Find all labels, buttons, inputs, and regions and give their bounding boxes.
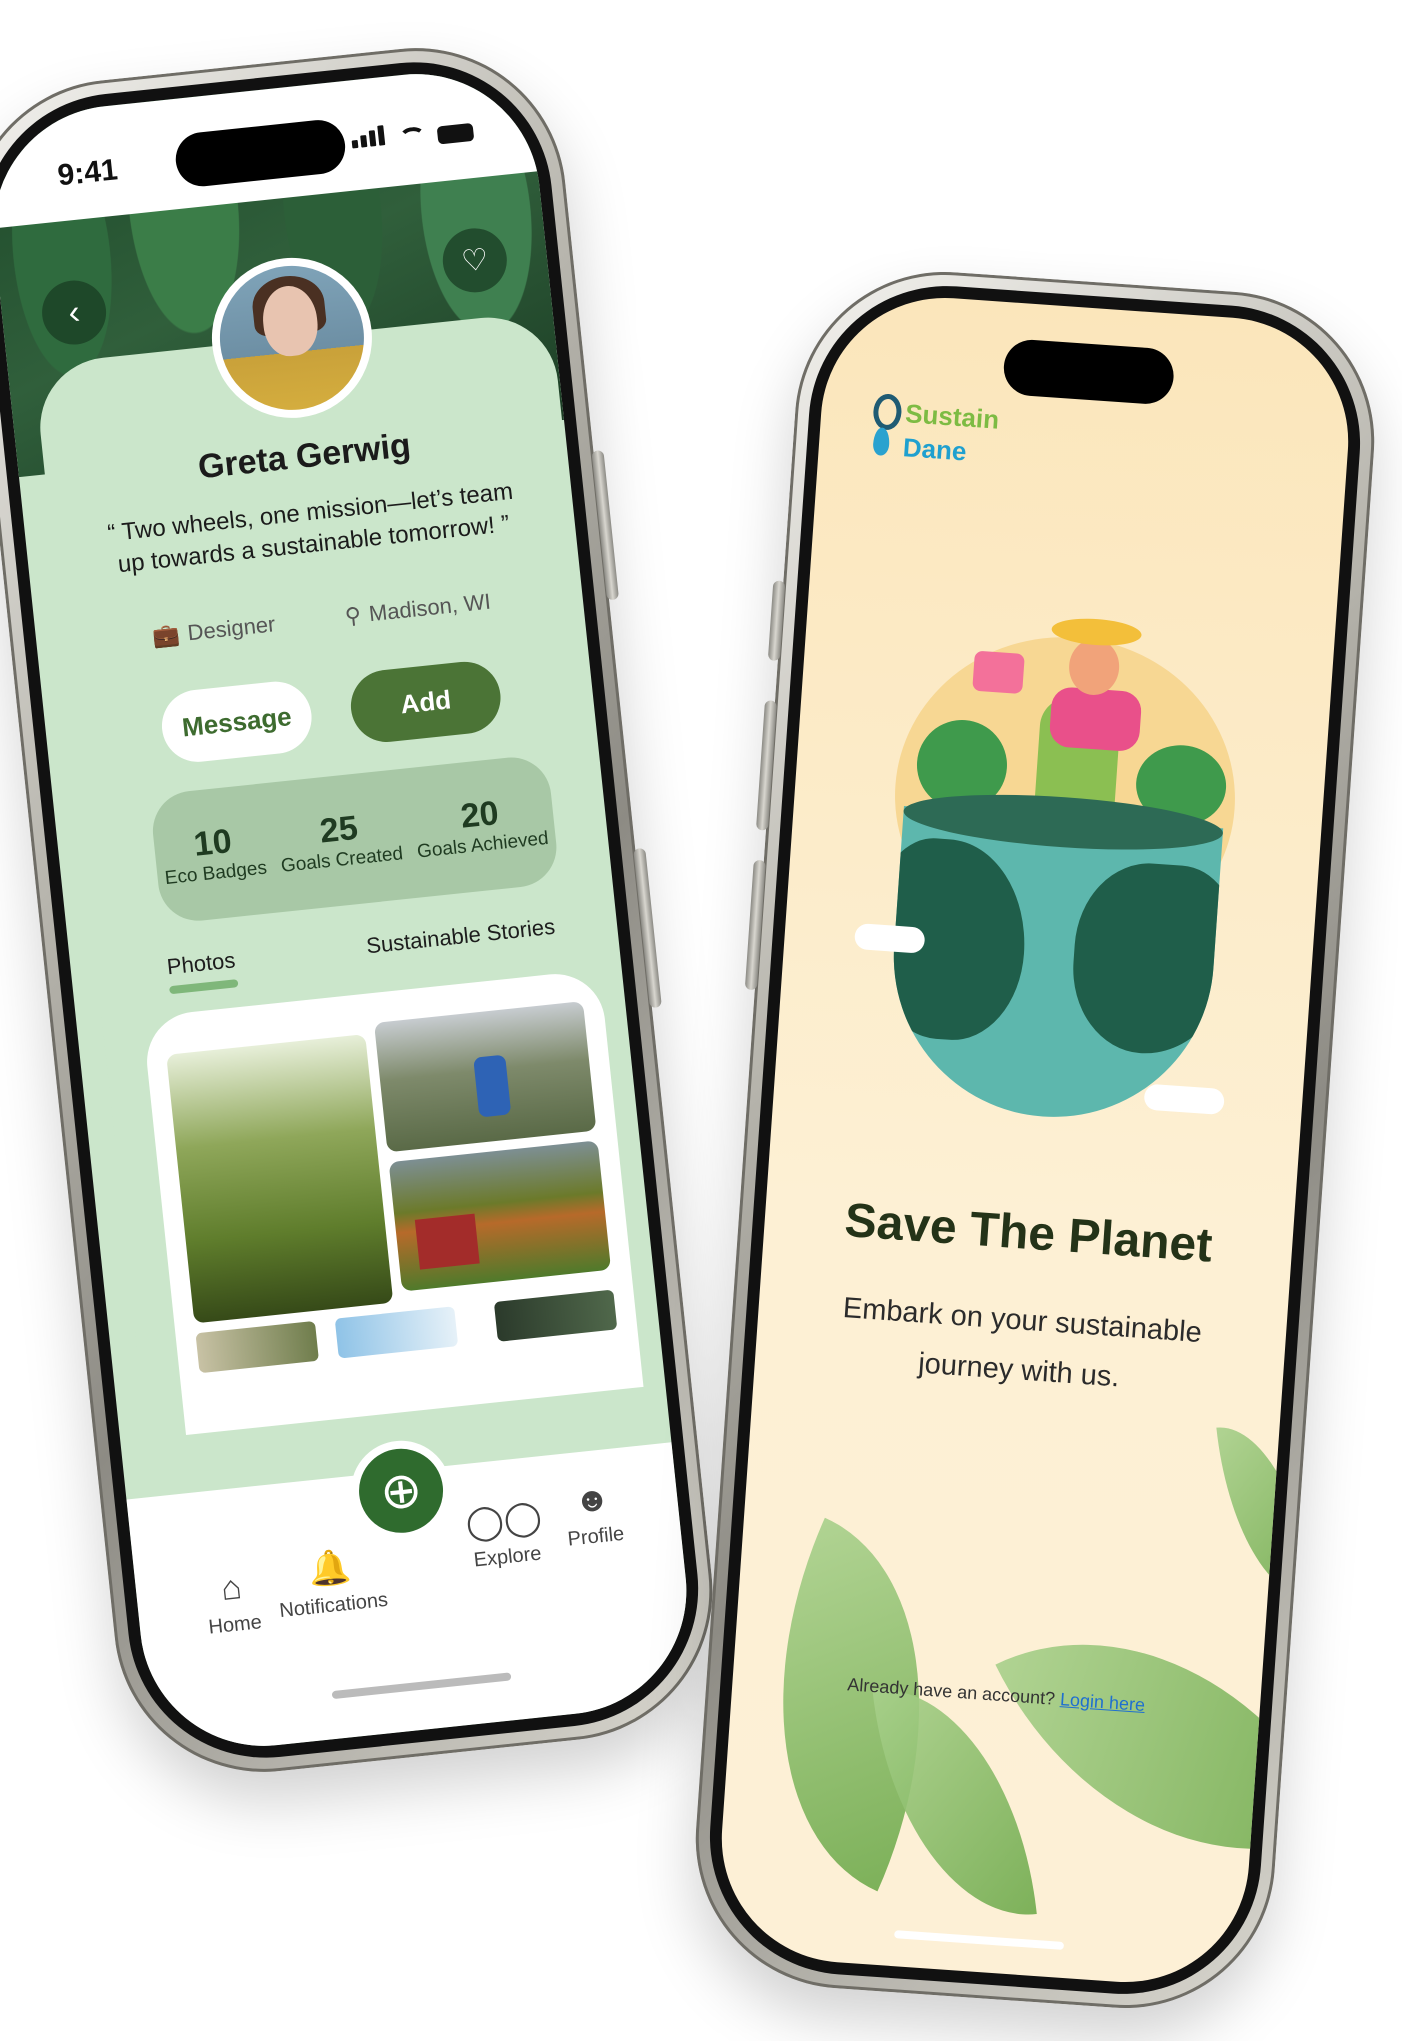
leaf-decoration (1216, 1419, 1315, 1607)
cloud-shape (853, 922, 926, 954)
watering-can-icon (972, 650, 1025, 695)
photo-thumbnail[interactable] (195, 1320, 319, 1374)
avatar-photo (212, 258, 372, 418)
photo-barn[interactable] (388, 1140, 612, 1292)
battery-icon (436, 122, 475, 145)
signal-icon (350, 125, 388, 154)
profile-tabs: Photos Sustainable Stories (166, 914, 557, 981)
nav-home[interactable]: ⌂ Home (175, 1563, 292, 1642)
side-button (591, 449, 620, 601)
planet-illustration (849, 565, 1270, 1190)
stat-goals-created[interactable]: 25 Goals Created (276, 804, 404, 877)
gardener-shirt (1048, 686, 1143, 753)
page-subtitle: Embark on your sustainable journey with … (841, 1292, 1203, 1394)
stats-panel: 10 Eco Badges 25 Goals Created 20 Goals … (148, 753, 561, 925)
side-button (633, 847, 662, 1009)
side-button (755, 700, 777, 831)
add-button[interactable]: Add (347, 658, 505, 746)
nav-label: Profile (566, 1522, 626, 1551)
logo-line2: Dane (901, 432, 968, 467)
heart-icon: ♡ (459, 242, 490, 279)
user-icon: ☻ (572, 1479, 612, 1521)
profile-location: ⚲ Madison, WI (344, 589, 492, 630)
photo-wheat-field[interactable] (166, 1034, 394, 1324)
bell-icon: 🔔 (306, 1547, 353, 1590)
stat-goals-achieved[interactable]: 20 Goals Achieved (412, 789, 550, 863)
stat-eco-badges[interactable]: 10 Eco Badges (160, 818, 268, 889)
role-label: Designer (186, 611, 277, 646)
nav-label: Home (207, 1611, 263, 1639)
logo-text: Sustain Dane (902, 396, 1000, 470)
dynamic-island (1001, 338, 1176, 406)
plus-circle-icon: ⊕ (377, 1460, 425, 1521)
cloud-shape (1143, 1083, 1226, 1116)
home-icon: ⌂ (219, 1568, 244, 1609)
profile-screen: 9:41 ‹ ♡ Greta Gerwig “ Two wheels, one … (0, 61, 699, 1759)
briefcase-icon: 💼 (151, 621, 181, 650)
dynamic-island (173, 117, 348, 189)
leaf-decoration (995, 1559, 1343, 1935)
map-pin-icon: ⚲ (343, 602, 363, 629)
chevron-left-icon: ‹ (66, 292, 82, 332)
side-button (767, 580, 786, 662)
page-title: Save The Planet (842, 1193, 1214, 1273)
globe-shape (883, 806, 1224, 1128)
continent-shape (1067, 858, 1224, 1060)
nav-profile[interactable]: ☻ Profile (535, 1475, 652, 1554)
nav-label: Notifications (278, 1588, 389, 1623)
tab-photos[interactable]: Photos (166, 947, 237, 980)
message-button[interactable]: Message (158, 678, 316, 766)
logo-mark-icon (868, 393, 899, 465)
profile-role: 💼 Designer (151, 611, 276, 650)
wifi-icon (398, 125, 427, 149)
side-button (744, 859, 766, 991)
tab-sustainable-stories[interactable]: Sustainable Stories (365, 914, 556, 960)
nav-notifications[interactable]: 🔔 Notifications (273, 1543, 390, 1623)
status-time: 9:41 (56, 153, 120, 193)
home-indicator (331, 1672, 512, 1700)
home-indicator (893, 1930, 1065, 1950)
status-icons (350, 116, 475, 154)
location-label: Madison, WI (367, 588, 492, 627)
photo-thumbnail[interactable] (493, 1289, 618, 1342)
profile-phone: 9:41 ‹ ♡ Greta Gerwig “ Two wheels, one … (0, 33, 728, 1787)
app-logo: Sustain Dane (868, 393, 1000, 472)
photo-gallery (142, 969, 644, 1435)
photo-thumbnail[interactable] (334, 1306, 459, 1359)
photo-hiker[interactable] (374, 1001, 597, 1153)
onboarding-phone: Sustain Dane Save The Planet Embark on y… (685, 261, 1385, 2019)
